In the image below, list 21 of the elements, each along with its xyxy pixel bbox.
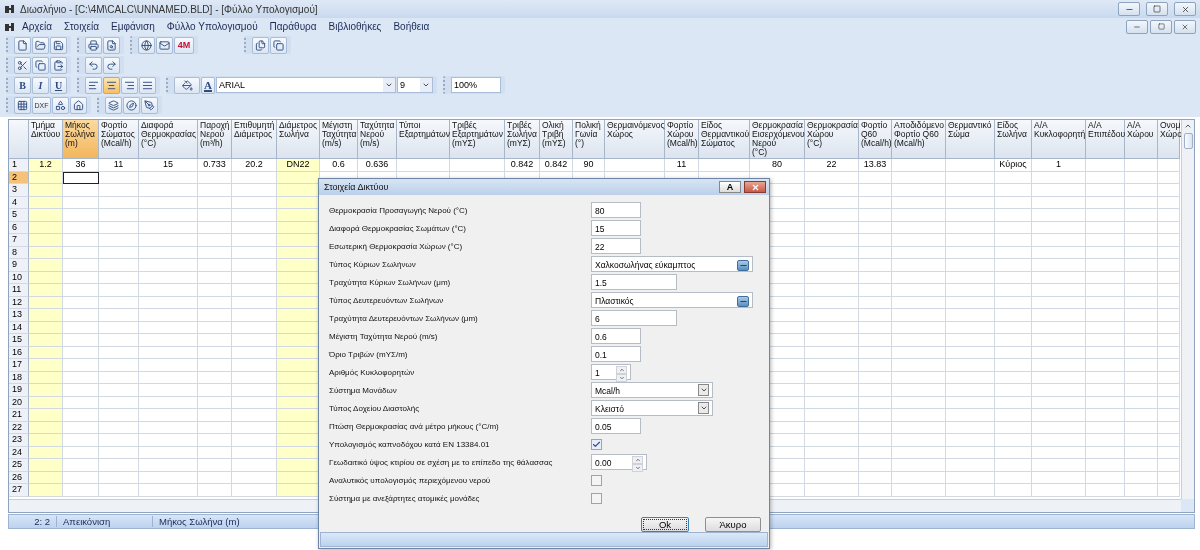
dialog-title: Στοιχεία Δικτύου xyxy=(324,182,390,192)
field-label: Πτώση Θερμοκρασίας ανά μέτρο μήκους (°C/m) xyxy=(329,421,500,431)
field-label: Τύπος Δοχείου Διαστολής xyxy=(329,403,421,413)
window-title: Διωσλήνιο - [C:\4M\CALC\UNNAMED.BLD] - [Φύλλο Υπολογισμού] xyxy=(20,3,319,15)
field-label: Σύστημα Μονάδων xyxy=(329,385,398,395)
field-label: Αναλυτικός υπολογισμός περιεχόμενου νερού xyxy=(329,475,492,485)
status-text: 2: 2 xyxy=(9,516,57,527)
field-label: Όριο Τριβών (mΥΣ/m) xyxy=(329,349,409,359)
field-label: Γεωδαιτικό ύψος κτιρίου σε σχέση με το επίπεδο της θάλασσας xyxy=(329,457,554,467)
field-label: Μέγιστη Ταχύτητα Νερού (m/s) xyxy=(329,331,439,341)
field-label: Αριθμός Κυκλοφορητών xyxy=(329,367,416,377)
field-label: Τύπος Κύριων Σωλήνων xyxy=(329,259,417,269)
field-label: Τραχύτητα Δευτερευόντων Σωλήνων (μm) xyxy=(329,313,479,323)
status-text: Απεικόνιση xyxy=(57,516,153,527)
field-label: Διαφορά Θερμοκρασίας Σωμάτων (°C) xyxy=(329,223,468,233)
field-label: Τραχύτητα Κύριων Σωλήνων (μm) xyxy=(329,277,452,287)
field-label: Θερμοκρασία Προσαγωγής Νερού (°C) xyxy=(329,205,469,215)
field-label: Τύπος Δευτερευόντων Σωλήνων xyxy=(329,295,445,305)
field-label: Υπολογισμός καπνοδόχου κατά EN 13384.01 xyxy=(329,439,491,449)
field-label: Εσωτερική Θερμοκρασία Χώρων (°C) xyxy=(329,241,464,251)
field-label: Σύστημα με ανεξάρτητες ατομικές μονάδες xyxy=(329,493,481,503)
